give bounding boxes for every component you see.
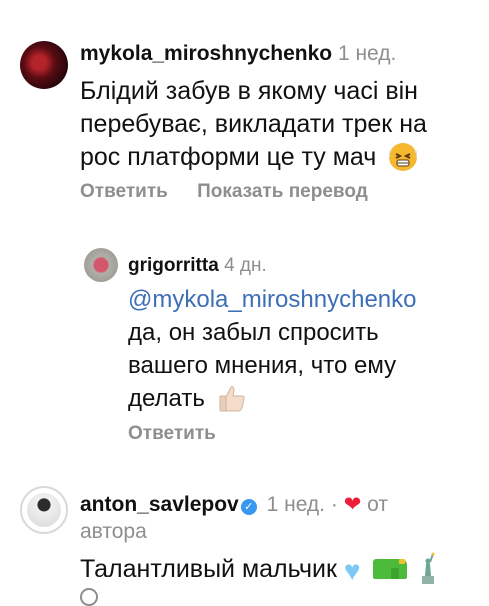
reply-header: grigorritta 4 дн. <box>128 255 267 277</box>
comment-header: mykola_miroshnychenko 1 нед. <box>80 42 396 66</box>
username[interactable]: mykola_miroshnychenko <box>80 42 332 65</box>
separator: · <box>330 493 338 516</box>
timestamp: 1 нед. <box>266 493 325 516</box>
avatar[interactable] <box>20 486 68 534</box>
reply-button[interactable]: Ответить <box>80 181 168 202</box>
avatar[interactable] <box>20 41 68 89</box>
timestamp: 1 нед. <box>337 42 397 65</box>
comment-text: Талантливый мальчик ♥ <box>80 552 436 587</box>
comment-actions: Ответить Показать перевод <box>80 181 392 203</box>
comment-header: anton_savlepov ✓ 1 нед. · ❤ от автора <box>80 491 460 545</box>
username[interactable]: anton_savlepov <box>80 493 239 516</box>
mention-link[interactable]: @mykola_miroshnychenko <box>128 286 416 313</box>
comment-text: Блідий забув в якому часі він перебуває,… <box>80 75 460 174</box>
statue-of-liberty-emoji-icon <box>420 552 436 584</box>
scroll-cutoff-icon <box>80 588 98 606</box>
timestamp: 4 дн. <box>224 255 267 276</box>
verified-badge-icon: ✓ <box>240 499 257 515</box>
comment-body: Талантливый мальчик <box>80 555 337 583</box>
reply-button[interactable]: Ответить <box>128 423 216 444</box>
comment-body: Блідий забув в якому часі він перебуває,… <box>80 77 427 171</box>
tired-face-emoji-icon <box>387 143 419 171</box>
water-pistol-emoji-icon <box>373 559 408 579</box>
blue-heart-emoji-icon: ♥ <box>343 555 361 586</box>
avatar[interactable] <box>84 248 118 282</box>
username[interactable]: grigorritta <box>128 255 219 276</box>
reply-actions: Ответить <box>128 423 216 445</box>
reply-body: да, он забыл спросить вашего мнения, что… <box>128 319 397 412</box>
translate-button[interactable]: Показать перевод <box>197 181 368 202</box>
heart-icon: ❤ <box>343 493 362 516</box>
thumbs-up-emoji-icon <box>218 384 248 412</box>
reply-text: @mykola_miroshnychenko да, он забыл спро… <box>128 283 458 415</box>
